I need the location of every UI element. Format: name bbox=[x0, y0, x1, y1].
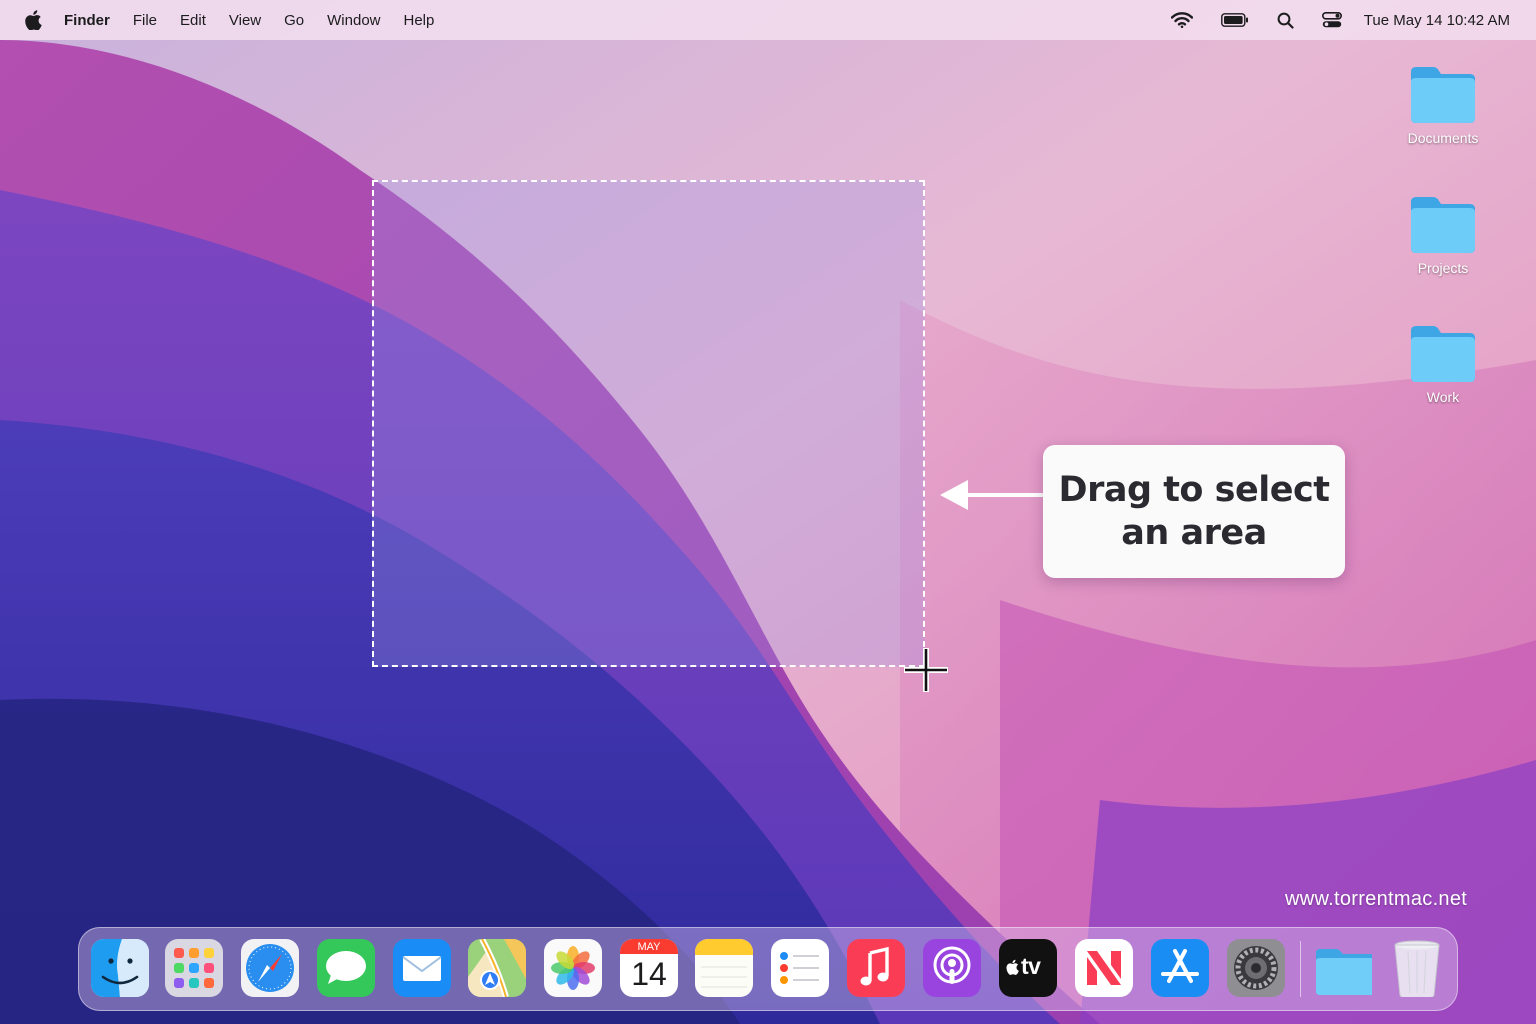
calendar-day: 14 bbox=[631, 956, 667, 992]
folder-label: Documents bbox=[1407, 130, 1479, 146]
tv-label: tv bbox=[1021, 953, 1041, 979]
folder-icon bbox=[1411, 197, 1475, 253]
menu-file[interactable]: File bbox=[133, 12, 157, 29]
status-area: Tue May 14 10:42 AM bbox=[1143, 12, 1510, 29]
dock-separator bbox=[1300, 941, 1301, 997]
calendar-month: MAY bbox=[620, 939, 678, 954]
screenshot-selection-area[interactable] bbox=[372, 180, 925, 667]
dock-app-store-icon[interactable] bbox=[1151, 939, 1209, 997]
menu-view[interactable]: View bbox=[229, 12, 261, 29]
dock-music-icon[interactable] bbox=[847, 939, 905, 997]
callout-line-2: an area bbox=[1121, 512, 1267, 553]
dock-reminders-icon[interactable] bbox=[771, 939, 829, 997]
dock-system-preferences-icon[interactable] bbox=[1227, 939, 1285, 997]
crosshair-icon bbox=[904, 648, 948, 692]
dock-finder-icon[interactable] bbox=[91, 939, 149, 997]
desktop-folder-documents[interactable]: Documents bbox=[1388, 64, 1498, 146]
dock-launchpad-icon[interactable] bbox=[165, 939, 223, 997]
folder-icon bbox=[1411, 326, 1475, 382]
menu-bar: Finder File Edit View Go Window Help Tue… bbox=[0, 0, 1536, 40]
wifi-icon[interactable] bbox=[1170, 12, 1193, 28]
dock-news-icon[interactable] bbox=[1075, 939, 1133, 997]
dock-downloads-folder-icon[interactable] bbox=[1314, 939, 1372, 997]
menu-app-finder[interactable]: Finder bbox=[64, 12, 110, 29]
menu-go[interactable]: Go bbox=[284, 12, 304, 29]
battery-icon[interactable] bbox=[1220, 13, 1249, 27]
dock-maps-icon[interactable] bbox=[468, 939, 526, 997]
callout-line-1: Drag to select bbox=[1058, 469, 1330, 510]
dock-photos-icon[interactable] bbox=[544, 939, 602, 997]
folder-label: Work bbox=[1426, 389, 1460, 405]
menu-edit[interactable]: Edit bbox=[180, 12, 206, 29]
control-center-icon[interactable] bbox=[1321, 12, 1342, 28]
folder-icon bbox=[1411, 67, 1475, 123]
dock-trash-icon[interactable] bbox=[1390, 939, 1448, 997]
folder-label: Projects bbox=[1417, 260, 1469, 276]
instruction-callout: Drag to select an area bbox=[1043, 445, 1345, 578]
dock-tv-icon[interactable]: tv bbox=[999, 939, 1057, 997]
dock-mail-icon[interactable] bbox=[393, 939, 451, 997]
spotlight-search-icon[interactable] bbox=[1277, 12, 1294, 29]
menu-help[interactable]: Help bbox=[404, 12, 435, 29]
apple-menu-icon[interactable] bbox=[24, 9, 44, 31]
dock-podcasts-icon[interactable] bbox=[923, 939, 981, 997]
dock-messages-icon[interactable] bbox=[317, 939, 375, 997]
desktop-folder-projects[interactable]: Projects bbox=[1388, 194, 1498, 276]
watermark-text: www.torrentmac.net bbox=[1285, 888, 1468, 910]
dock-calendar-icon[interactable]: MAY 14 bbox=[620, 939, 678, 997]
menu-clock[interactable]: Tue May 14 10:42 AM bbox=[1364, 12, 1510, 29]
menu-window[interactable]: Window bbox=[327, 12, 380, 29]
callout-arrow-icon bbox=[940, 480, 1044, 510]
dock-safari-icon[interactable] bbox=[241, 939, 299, 997]
desktop-folder-work[interactable]: Work bbox=[1388, 323, 1498, 405]
dock-notes-icon[interactable] bbox=[695, 939, 753, 997]
